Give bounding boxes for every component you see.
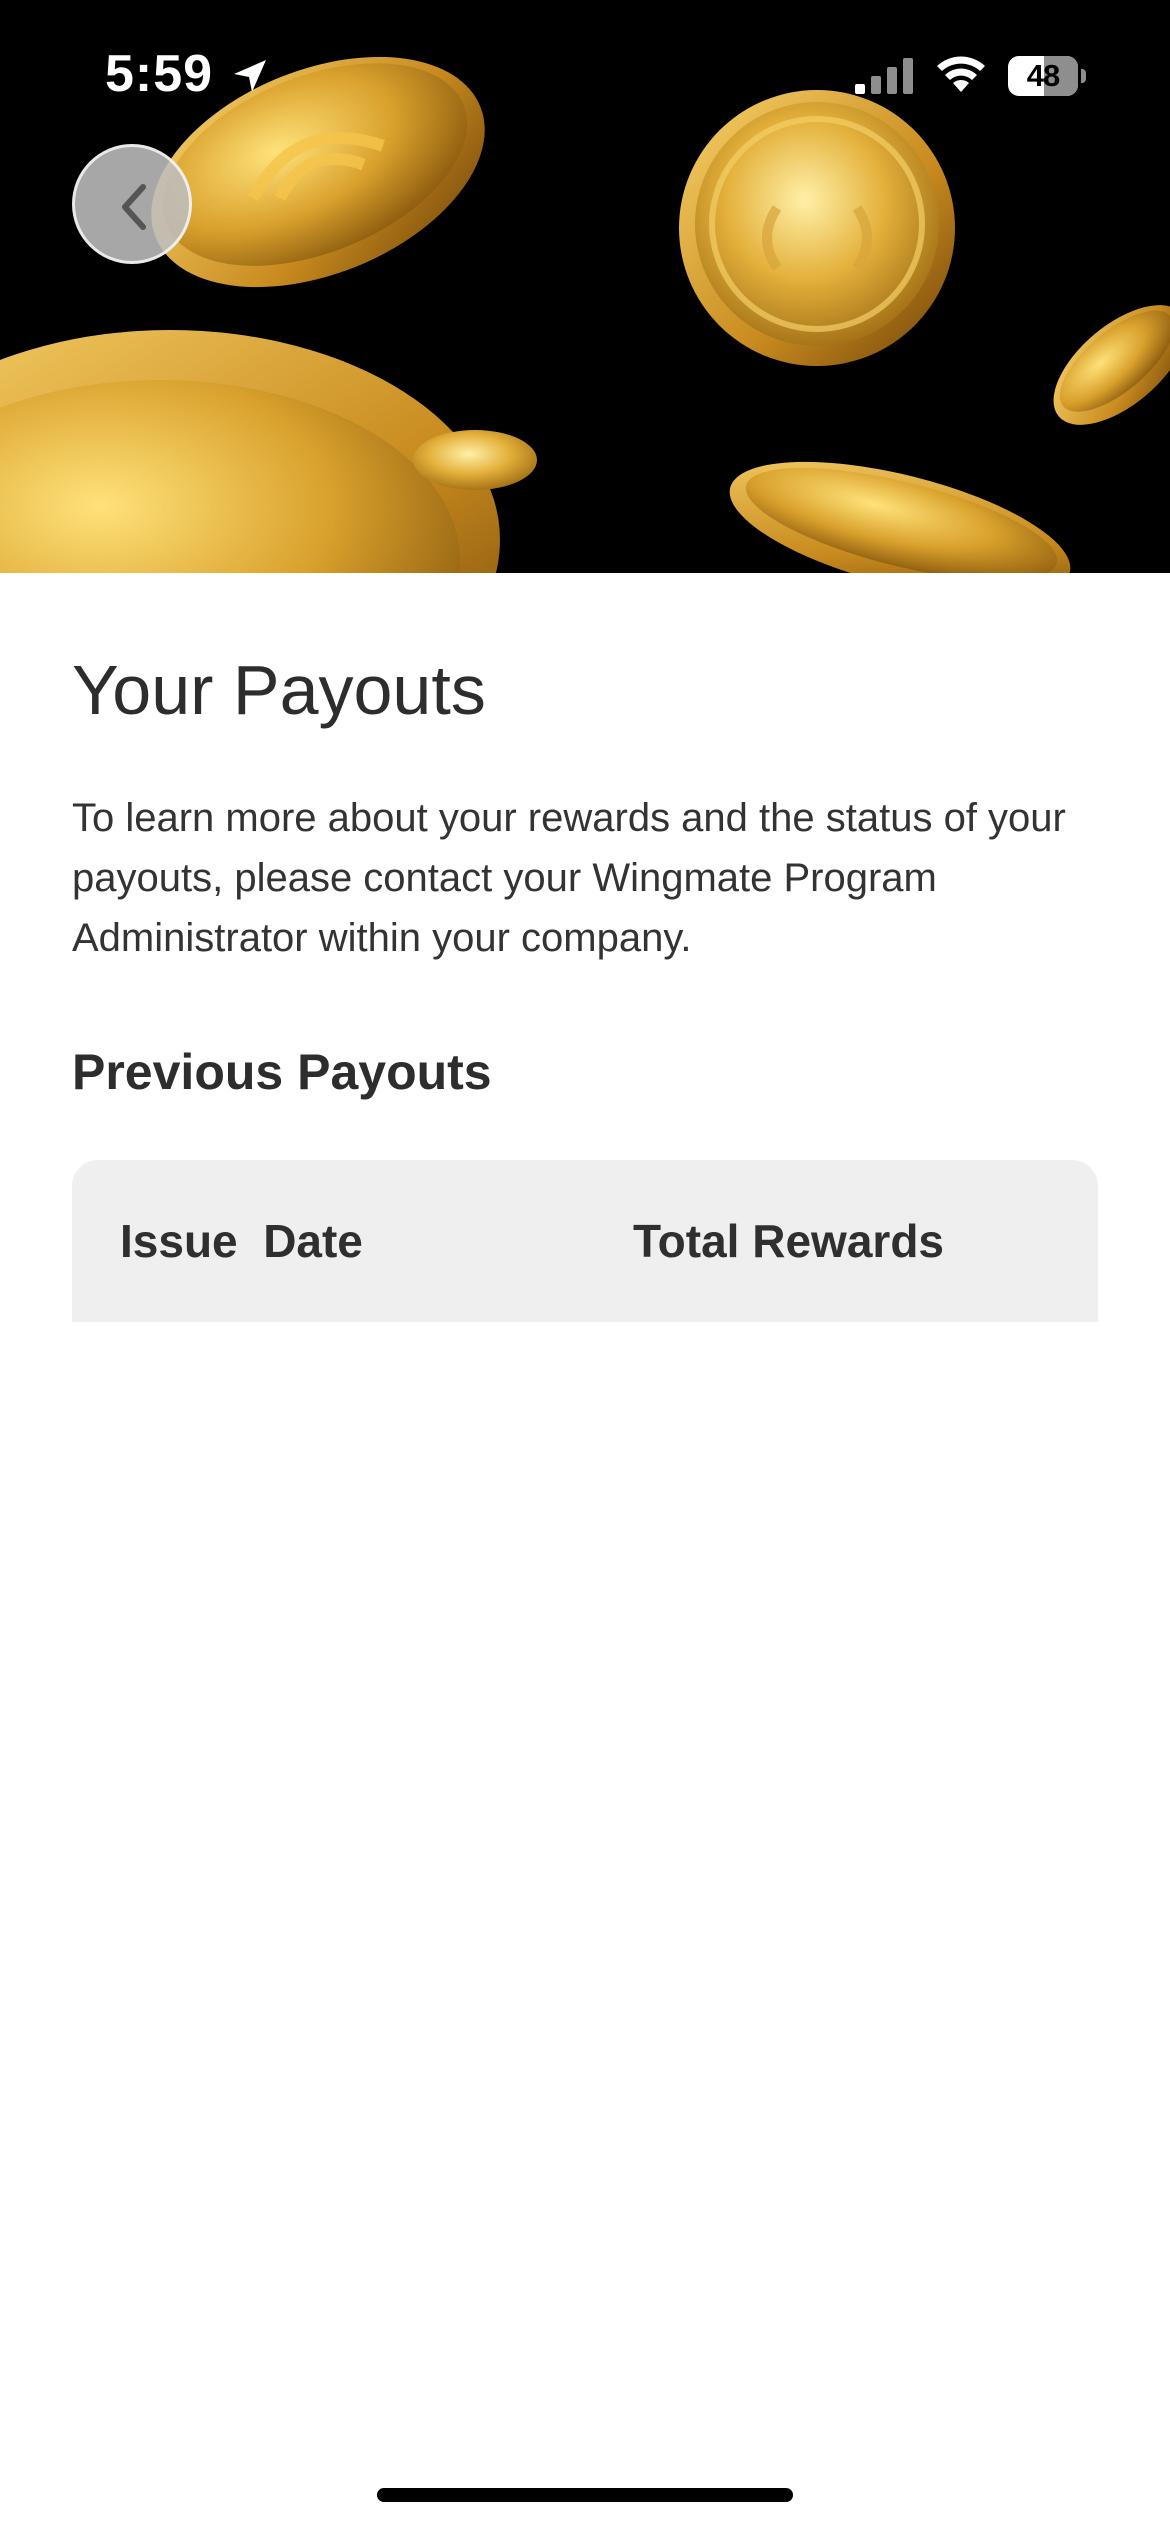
column-issue-date: Issue Date bbox=[120, 1215, 363, 1267]
page-title: Your Payouts bbox=[72, 651, 486, 729]
status-bar: 5:59 48 bbox=[0, 0, 1170, 140]
location-arrow-icon bbox=[234, 60, 266, 92]
column-total-rewards: Total Rewards bbox=[633, 1215, 944, 1267]
section-title: Previous Payouts bbox=[72, 1044, 492, 1100]
coin-right-edge bbox=[1053, 305, 1170, 425]
cellular-signal-icon bbox=[855, 58, 913, 94]
coin-small-middle bbox=[413, 430, 537, 490]
battery-level: 48 bbox=[1026, 58, 1060, 93]
status-time: 5:59 bbox=[105, 45, 214, 103]
battery-icon: 48 bbox=[1008, 56, 1086, 96]
back-button[interactable] bbox=[72, 144, 192, 264]
chevron-left-icon bbox=[122, 184, 146, 230]
wifi-icon bbox=[937, 56, 985, 92]
coin-bottom-right bbox=[729, 461, 1071, 573]
home-indicator[interactable] bbox=[377, 2488, 793, 2502]
payouts-table-header: Issue Date Total Rewards bbox=[72, 1160, 1098, 1322]
page-description: To learn more about your rewards and the… bbox=[72, 796, 1066, 960]
